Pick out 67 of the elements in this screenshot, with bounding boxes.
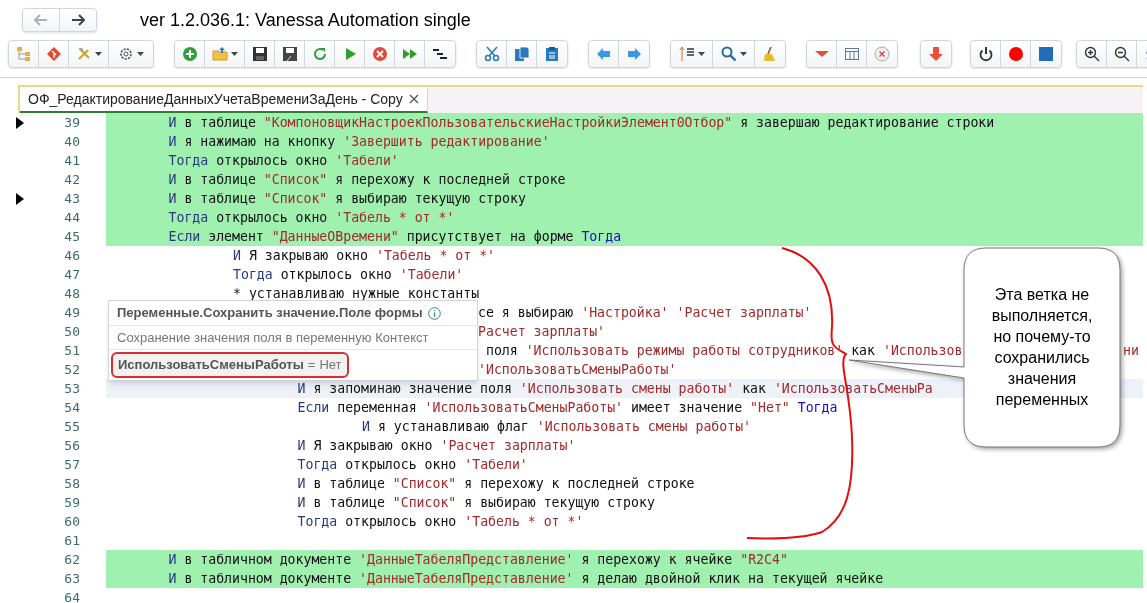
line-number: 50 bbox=[63, 322, 80, 341]
zoom-in-icon bbox=[1083, 46, 1100, 62]
caret-icon bbox=[697, 52, 705, 56]
tooltip-description: Сохранение значения поля в переменную Контекст bbox=[109, 326, 477, 350]
back-arrow-icon bbox=[34, 14, 48, 26]
folder-icon bbox=[211, 46, 228, 62]
line-number: 43 bbox=[63, 189, 80, 208]
line-number: 41 bbox=[63, 151, 80, 170]
tooltip-title: Переменные.Сохранить значение.Поле формы bbox=[117, 304, 423, 323]
tree-icon bbox=[15, 46, 32, 62]
line-number: 55 bbox=[63, 417, 80, 436]
line-number: 64 bbox=[63, 588, 80, 603]
right-arrow-icon bbox=[626, 46, 642, 62]
list-icon bbox=[678, 46, 695, 62]
forward-arrow-icon bbox=[71, 14, 85, 26]
info-icon[interactable] bbox=[427, 306, 441, 320]
left-arrow-icon bbox=[595, 46, 612, 62]
fast-forward-icon bbox=[401, 46, 418, 62]
caret-icon bbox=[137, 52, 144, 56]
settings-icon bbox=[118, 46, 134, 62]
line-number: 39 bbox=[63, 113, 80, 132]
line-number: 48 bbox=[63, 284, 80, 303]
line-number: 49 bbox=[63, 303, 80, 322]
cancel-icon bbox=[874, 46, 890, 62]
caret-icon bbox=[230, 52, 238, 56]
window-title: ver 1.2.036.1: Vanessa Automation single bbox=[140, 8, 471, 32]
close-icon[interactable] bbox=[408, 94, 419, 104]
zoom-out-icon bbox=[1113, 46, 1130, 62]
line-number: 53 bbox=[63, 379, 80, 398]
line-number: 60 bbox=[63, 512, 80, 531]
caret-icon bbox=[739, 52, 747, 56]
refresh-icon bbox=[311, 46, 328, 62]
line-number: 52 bbox=[63, 360, 80, 379]
line-number: 59 bbox=[63, 493, 80, 512]
line-number: 54 bbox=[63, 398, 80, 417]
square-icon bbox=[1038, 46, 1054, 62]
down-arrow-icon bbox=[928, 46, 944, 62]
copy-icon bbox=[513, 46, 530, 62]
line-number: 62 bbox=[63, 550, 80, 569]
line-number: 61 bbox=[63, 531, 80, 550]
line-number: 47 bbox=[63, 265, 80, 284]
clipboard-icon bbox=[544, 46, 560, 62]
line-number: 56 bbox=[63, 436, 80, 455]
floppy-icon bbox=[251, 46, 268, 62]
line-number: 42 bbox=[63, 170, 80, 189]
code-fragment: ни bbox=[1123, 341, 1140, 360]
record-icon bbox=[1007, 46, 1024, 62]
editor-tab[interactable]: ОФ_РедактированиеДанныхУчетаВремениЗаДень - Copy bbox=[20, 87, 428, 113]
line-number: 45 bbox=[63, 227, 80, 246]
line-number: 57 bbox=[63, 455, 80, 474]
line-number: 46 bbox=[63, 246, 80, 265]
line-number: 58 bbox=[63, 474, 80, 493]
line-number: 51 bbox=[63, 341, 80, 360]
stop-icon bbox=[371, 46, 388, 62]
floppy-icon bbox=[281, 46, 298, 62]
add-icon bbox=[181, 46, 198, 62]
line-number: 63 bbox=[63, 569, 80, 588]
line-number: 40 bbox=[63, 132, 80, 151]
line-number: 44 bbox=[63, 208, 80, 227]
power-icon bbox=[977, 46, 994, 62]
table-icon bbox=[843, 46, 860, 62]
broom-icon bbox=[762, 46, 778, 62]
caret-icon bbox=[94, 52, 102, 56]
steps-icon bbox=[432, 46, 448, 62]
scissors-icon bbox=[483, 46, 500, 62]
diamond-icon bbox=[45, 46, 62, 62]
search-icon bbox=[720, 46, 737, 62]
